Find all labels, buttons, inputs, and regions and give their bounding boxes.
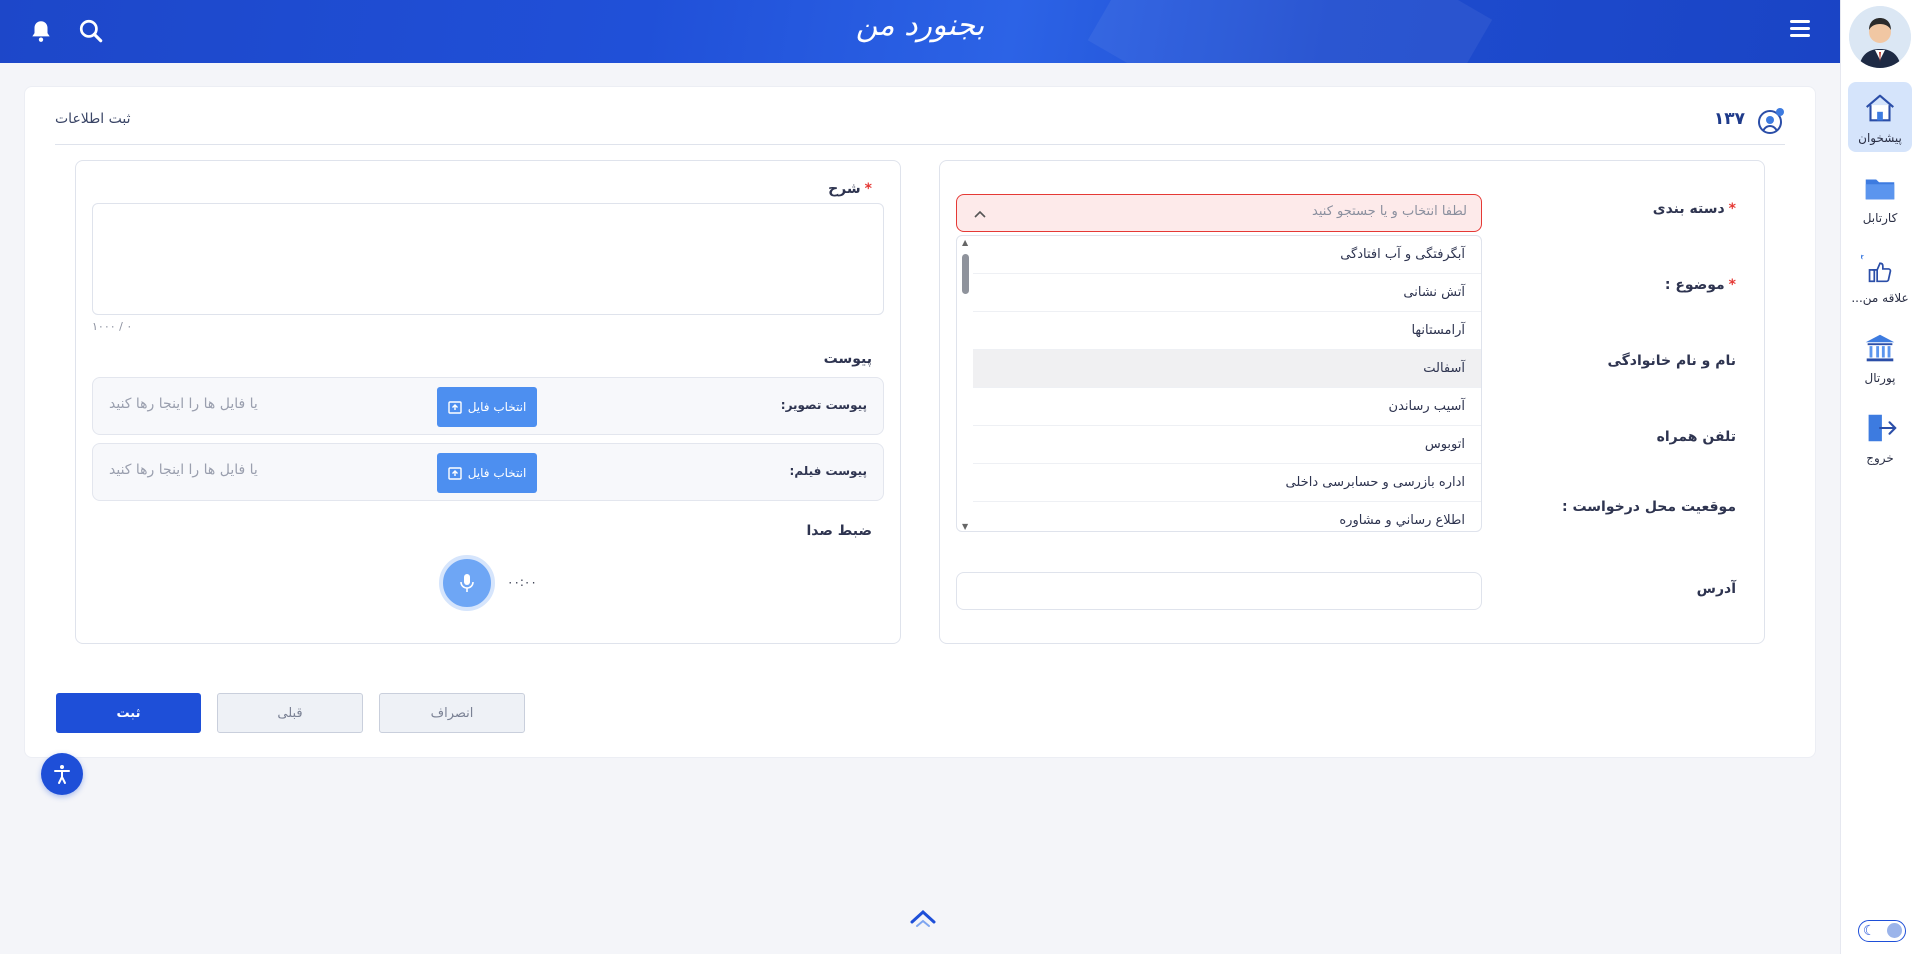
- microphone-icon: [460, 574, 474, 592]
- chevron-up-icon[interactable]: [973, 207, 987, 221]
- submit-button[interactable]: ثبت: [56, 693, 201, 733]
- sidebar-item-dashboard[interactable]: پیشخوان: [1848, 82, 1912, 152]
- video-drop-placeholder: یا فایل ها را اینجا رها کنید: [109, 462, 258, 478]
- category-option[interactable]: اداره بازرسی و حسابرسی داخلی: [973, 464, 1481, 502]
- sidebar-item-portal[interactable]: پورتال: [1848, 322, 1912, 392]
- choose-video-file-button[interactable]: انتخاب فایل: [437, 453, 537, 493]
- sidebar-item-logout[interactable]: خروج: [1848, 402, 1912, 472]
- category-placeholder: لطفا انتخاب و یا جستجو کنید: [1312, 204, 1467, 219]
- file-upload-icon: [447, 467, 462, 480]
- card-divider: [55, 144, 1785, 145]
- svg-text:★★★: ★★★: [1861, 251, 1865, 262]
- image-drop-placeholder: یا فایل ها را اینجا رها کنید: [109, 396, 258, 412]
- header-sheen: [1087, 0, 1493, 63]
- char-counter: ۰ / ۱۰۰۰: [92, 320, 133, 333]
- thumbs-up-stars-icon: ★★★: [1861, 251, 1892, 283]
- folder-icon: [1865, 179, 1895, 200]
- right-sidebar: پیشخوان کارتابل ★★★ علاقه من... پورتال خ…: [1840, 0, 1920, 954]
- category-option[interactable]: آتش نشانی: [973, 274, 1481, 312]
- home-icon: [1866, 94, 1894, 122]
- description-textarea[interactable]: [92, 203, 884, 315]
- sidebar-item-label: کارتابل: [1862, 211, 1898, 225]
- sidebar-item-label: علاقه من...: [1851, 291, 1909, 305]
- support-agent-icon: [1758, 108, 1784, 134]
- request-location-label: موقعیت محل درخواست :: [1561, 499, 1736, 515]
- logout-icon: [1868, 414, 1897, 442]
- choose-image-file-button[interactable]: انتخاب فایل: [437, 387, 537, 427]
- scrollbar-thumb[interactable]: [962, 254, 969, 294]
- scroll-up-arrow-icon[interactable]: ▲: [962, 238, 968, 247]
- main-card: ثبت اطلاعات ۱۳۷ *دسته بندی لطفا انتخاب و…: [24, 86, 1816, 758]
- accessibility-button[interactable]: [41, 753, 83, 795]
- bell-icon[interactable]: [28, 18, 54, 44]
- category-option[interactable]: اطلاع رساني و مشاوره: [973, 502, 1481, 531]
- image-attachment-label: پیوست تصویر:: [780, 398, 867, 412]
- moon-icon: ☾: [1863, 923, 1876, 939]
- category-option[interactable]: اتوبوس: [973, 426, 1481, 464]
- scroll-to-top-button[interactable]: [903, 898, 943, 938]
- category-option[interactable]: آبگرفتگی و آب افتادگی: [973, 236, 1481, 274]
- attachments-label: پیوست: [823, 351, 872, 367]
- video-attachment-label: پیوست فیلم:: [789, 464, 867, 478]
- category-label: *دسته بندی: [1652, 201, 1736, 217]
- chevron-up-double-icon: [910, 909, 936, 927]
- theme-toggle[interactable]: ☾: [1858, 920, 1906, 942]
- record-voice-button[interactable]: [439, 555, 495, 611]
- accessibility-icon: [54, 765, 70, 784]
- hamburger-menu-icon[interactable]: [1790, 20, 1810, 40]
- category-option[interactable]: آسیب رساندن: [973, 388, 1481, 426]
- site-logo[interactable]: بجنورد من: [856, 8, 985, 43]
- file-upload-icon: [447, 401, 462, 414]
- details-panel: *شرح ۰ / ۱۰۰۰ پیوست پیوست تصویر: انتخاب …: [75, 160, 901, 644]
- category-select[interactable]: لطفا انتخاب و یا جستجو کنید: [956, 194, 1482, 232]
- bank-icon: [1865, 334, 1895, 362]
- category-dropdown-list[interactable]: ▲ ▼ آبگرفتگی و آب افتادگی آتش نشانی آرام…: [956, 235, 1482, 532]
- address-input[interactable]: [956, 572, 1482, 610]
- sidebar-item-label: پیشخوان: [1858, 131, 1902, 145]
- video-attachment-dropzone[interactable]: پیوست فیلم: انتخاب فایل یا فایل ها را ای…: [92, 443, 884, 501]
- scroll-down-arrow-icon[interactable]: ▼: [962, 522, 968, 531]
- top-header: بجنورد من: [0, 0, 1840, 63]
- sidebar-item-label: خروج: [1866, 451, 1894, 465]
- sidebar-item-favorites[interactable]: ★★★ علاقه من...: [1848, 242, 1912, 312]
- request-code: ۱۳۷: [1713, 109, 1745, 129]
- description-label: *شرح: [828, 181, 872, 197]
- card-title: ثبت اطلاعات: [55, 111, 131, 127]
- voice-record-label: ضبط صدا: [806, 523, 872, 539]
- toggle-knob: [1887, 923, 1902, 938]
- sidebar-item-cartable[interactable]: کارتابل: [1848, 162, 1912, 232]
- image-attachment-dropzone[interactable]: پیوست تصویر: انتخاب فایل یا فایل ها را ا…: [92, 377, 884, 435]
- cancel-button[interactable]: انصراف: [379, 693, 525, 733]
- mobile-phone-label: تلفن همراه: [1656, 429, 1736, 445]
- request-info-panel: *دسته بندی لطفا انتخاب و یا جستجو کنید ▲…: [939, 160, 1765, 644]
- sidebar-item-label: پورتال: [1864, 371, 1896, 385]
- search-icon[interactable]: [78, 18, 104, 44]
- category-option-highlighted[interactable]: آسفالت: [973, 350, 1481, 388]
- record-timer: ۰۰:۰۰: [507, 575, 537, 589]
- previous-button[interactable]: قبلی: [217, 693, 363, 733]
- dropdown-scrollbar[interactable]: ▲ ▼: [959, 236, 971, 531]
- subject-label: *موضوع :: [1664, 277, 1736, 293]
- category-option[interactable]: آرامستانها: [973, 312, 1481, 350]
- user-avatar[interactable]: [1849, 6, 1911, 68]
- full-name-label: نام و نام خانوادگی: [1607, 353, 1736, 369]
- address-label: آدرس: [1696, 581, 1736, 597]
